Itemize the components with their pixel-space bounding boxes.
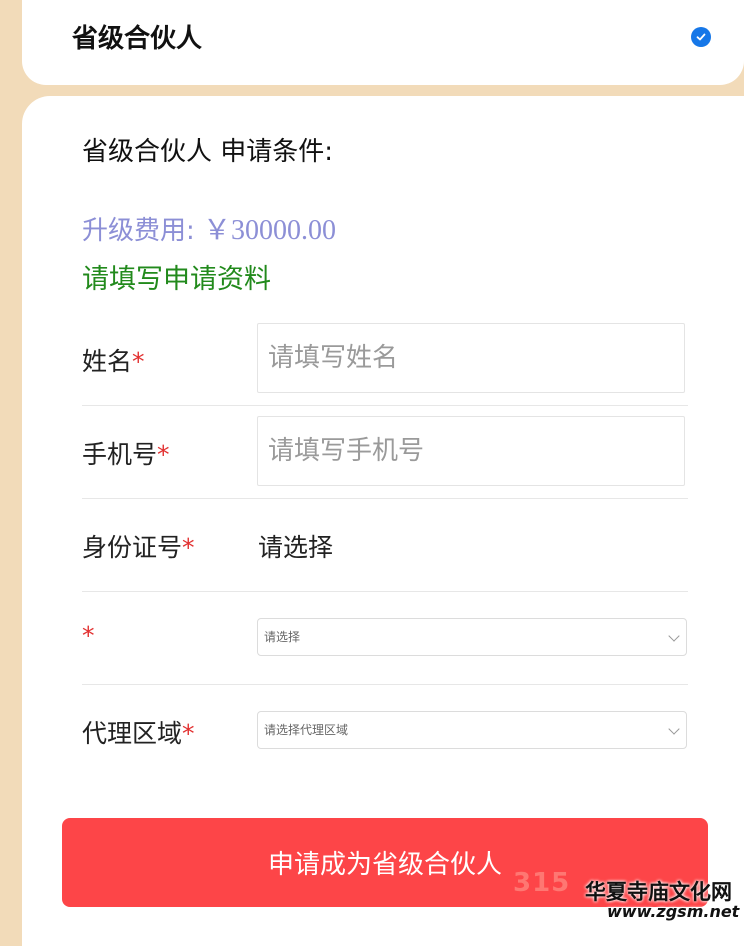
upgrade-fee-amount: ￥30000.00	[203, 215, 337, 246]
required-mark: *	[82, 621, 95, 650]
id-number-label: 身份证号*	[82, 533, 195, 562]
required-mark: *	[132, 347, 145, 376]
required-mark: *	[157, 440, 170, 469]
phone-label: 手机号*	[82, 440, 170, 469]
partner-level-card[interactable]: 省级合伙人	[22, 0, 744, 85]
agency-region-label: 代理区域*	[82, 719, 195, 748]
phone-input[interactable]	[257, 416, 685, 486]
upgrade-fee: 升级费用: ￥30000.00	[82, 208, 336, 248]
id-number-picker[interactable]: 请选择	[258, 528, 333, 564]
form-row-agency-region: 代理区域* 请选择代理区域	[82, 684, 688, 777]
upgrade-fee-label: 升级费用:	[82, 216, 195, 246]
unlabeled-label: *	[82, 621, 95, 650]
watermark-url: www.zgsm.net	[607, 902, 740, 921]
form-heading: 请填写申请资料	[82, 264, 271, 295]
form-row-name: 姓名*	[82, 312, 688, 406]
check-circle-icon	[691, 27, 711, 47]
form-row-phone: 手机号*	[82, 405, 688, 499]
form-row-id-number: 身份证号* 请选择	[82, 498, 688, 592]
name-label: 姓名*	[82, 347, 145, 376]
name-input[interactable]	[257, 323, 685, 393]
chevron-down-icon	[668, 723, 680, 735]
required-mark: *	[182, 719, 195, 748]
unlabeled-select[interactable]: 请选择	[257, 618, 687, 656]
required-mark: *	[182, 533, 195, 562]
conditions-title: 省级合伙人 申请条件:	[82, 137, 334, 167]
agency-region-select[interactable]: 请选择代理区域	[257, 711, 687, 749]
chevron-down-icon	[668, 630, 680, 642]
form-row-unlabeled: * 请选择	[82, 591, 688, 685]
unlabeled-select-value: 请选择	[264, 630, 301, 644]
partner-level-title: 省级合伙人	[72, 24, 203, 54]
watermark-brand: 315	[513, 868, 571, 898]
agency-region-select-value: 请选择代理区域	[264, 723, 349, 737]
